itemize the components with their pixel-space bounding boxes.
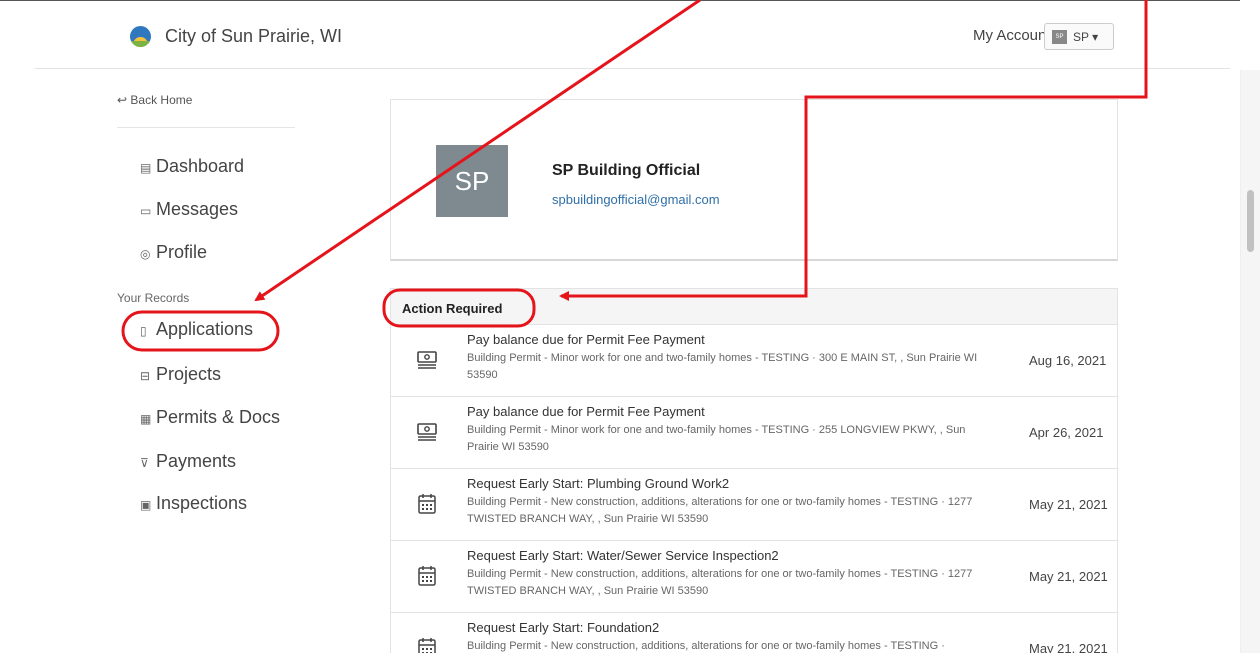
checklist-icon: ▣	[140, 498, 152, 512]
action-required-panel: Action Required Pay balance due for Perm…	[390, 288, 1118, 653]
city-name-link[interactable]: City of Sun Prairie, WI	[165, 26, 342, 47]
your-records-label: Your Records	[117, 291, 190, 305]
city-logo-icon[interactable]	[130, 26, 151, 47]
my-account-link[interactable]: My Account	[973, 27, 1051, 44]
list-item-description: Building Permit - Minor work for one and…	[467, 424, 966, 453]
sidebar-item-dashboard[interactable]: ▤ Dashboard	[140, 156, 244, 177]
permits-icon: ▦	[140, 412, 152, 426]
account-dropdown-label: SP ▾	[1073, 30, 1099, 44]
document-icon: ▯	[140, 324, 147, 338]
sidebar-item-label: Projects	[156, 364, 222, 384]
scrollbar-thumb[interactable]	[1247, 190, 1254, 252]
list-item-title: Pay balance due for Permit Fee Payment	[467, 332, 705, 347]
profile-name: SP Building Official	[552, 162, 701, 179]
list-item-date: May 21, 2021	[1029, 569, 1108, 584]
sidebar-item-label: Applications	[156, 319, 254, 339]
sidebar-item-label: Inspections	[156, 493, 248, 513]
list-item-description: Building Permit - Minor work for one and…	[467, 352, 978, 381]
list-item[interactable]: Request Early Start: Water/Sewer Service…	[391, 541, 1117, 613]
page-scrollbar[interactable]	[1240, 70, 1260, 653]
sidebar-item-payments[interactable]: ⊽ Payments	[140, 451, 236, 472]
account-dropdown-button[interactable]: SP SP ▾	[1044, 23, 1114, 50]
briefcase-icon: ⊟	[140, 369, 151, 383]
list-item[interactable]: Request Early Start: Plumbing Ground Wor…	[391, 469, 1117, 541]
calendar-icon	[418, 566, 436, 586]
account-avatar: SP	[1052, 30, 1067, 44]
list-item-title: Request Early Start: Water/Sewer Service…	[467, 548, 779, 563]
list-item-date: May 21, 2021	[1029, 497, 1108, 512]
sidebar-item-inspections[interactable]: ▣ Inspections	[140, 493, 247, 514]
list-item[interactable]: Request Early Start: Foundation2 Buildin…	[391, 613, 1117, 653]
profile-avatar: SP	[436, 145, 508, 217]
list-item-date: May 21, 2021	[1029, 641, 1108, 653]
profile-email-link[interactable]: spbuildingofficial@gmail.com	[552, 192, 720, 207]
money-icon	[417, 351, 437, 369]
sidebar-item-projects[interactable]: ⊟ Projects	[140, 364, 221, 385]
list-item-description: Building Permit - New construction, addi…	[467, 640, 945, 652]
sidebar-item-label: Dashboard	[156, 156, 245, 176]
list-item-title: Request Early Start: Plumbing Ground Wor…	[467, 476, 730, 491]
calendar-icon	[418, 638, 436, 653]
list-item-title: Request Early Start: Foundation2	[467, 620, 660, 635]
site-header: City of Sun Prairie, WI My Account SP SP…	[35, 12, 1230, 69]
profile-icon: ◎	[140, 247, 151, 261]
profile-card: SP SP Building Official spbuildingoffici…	[390, 99, 1118, 261]
dashboard-icon: ▤	[140, 161, 152, 175]
sidebar-item-permits-docs[interactable]: ▦ Permits & Docs	[140, 407, 280, 428]
money-icon	[417, 423, 437, 441]
list-item-description: Building Permit - New construction, addi…	[467, 496, 973, 525]
action-required-title: Action Required	[402, 301, 503, 316]
list-item[interactable]: Pay balance due for Permit Fee Payment B…	[391, 325, 1117, 397]
list-item-title: Pay balance due for Permit Fee Payment	[467, 404, 705, 419]
action-required-header: Action Required	[391, 289, 1117, 325]
list-item-description: Building Permit - New construction, addi…	[467, 568, 973, 597]
sidebar-divider	[117, 127, 295, 128]
list-item-date: Aug 16, 2021	[1029, 353, 1107, 368]
list-item[interactable]: Pay balance due for Permit Fee Payment B…	[391, 397, 1117, 469]
sidebar-item-applications[interactable]: ▯ Applications	[140, 319, 253, 340]
sidebar-item-label: Profile	[156, 242, 208, 262]
sidebar-item-label: Permits & Docs	[156, 407, 281, 427]
sidebar-item-messages[interactable]: ▭ Messages	[140, 199, 238, 220]
sidebar-item-label: Messages	[156, 199, 239, 219]
sidebar-item-label: Payments	[156, 451, 237, 471]
calendar-icon	[418, 494, 436, 514]
message-icon: ▭	[140, 204, 152, 218]
list-item-date: Apr 26, 2021	[1029, 425, 1104, 440]
sidebar-item-profile[interactable]: ◎ Profile	[140, 242, 207, 263]
back-home-link[interactable]: ↩ Back Home	[117, 93, 192, 107]
cart-icon: ⊽	[140, 456, 149, 470]
top-border-line	[0, 0, 1240, 1]
